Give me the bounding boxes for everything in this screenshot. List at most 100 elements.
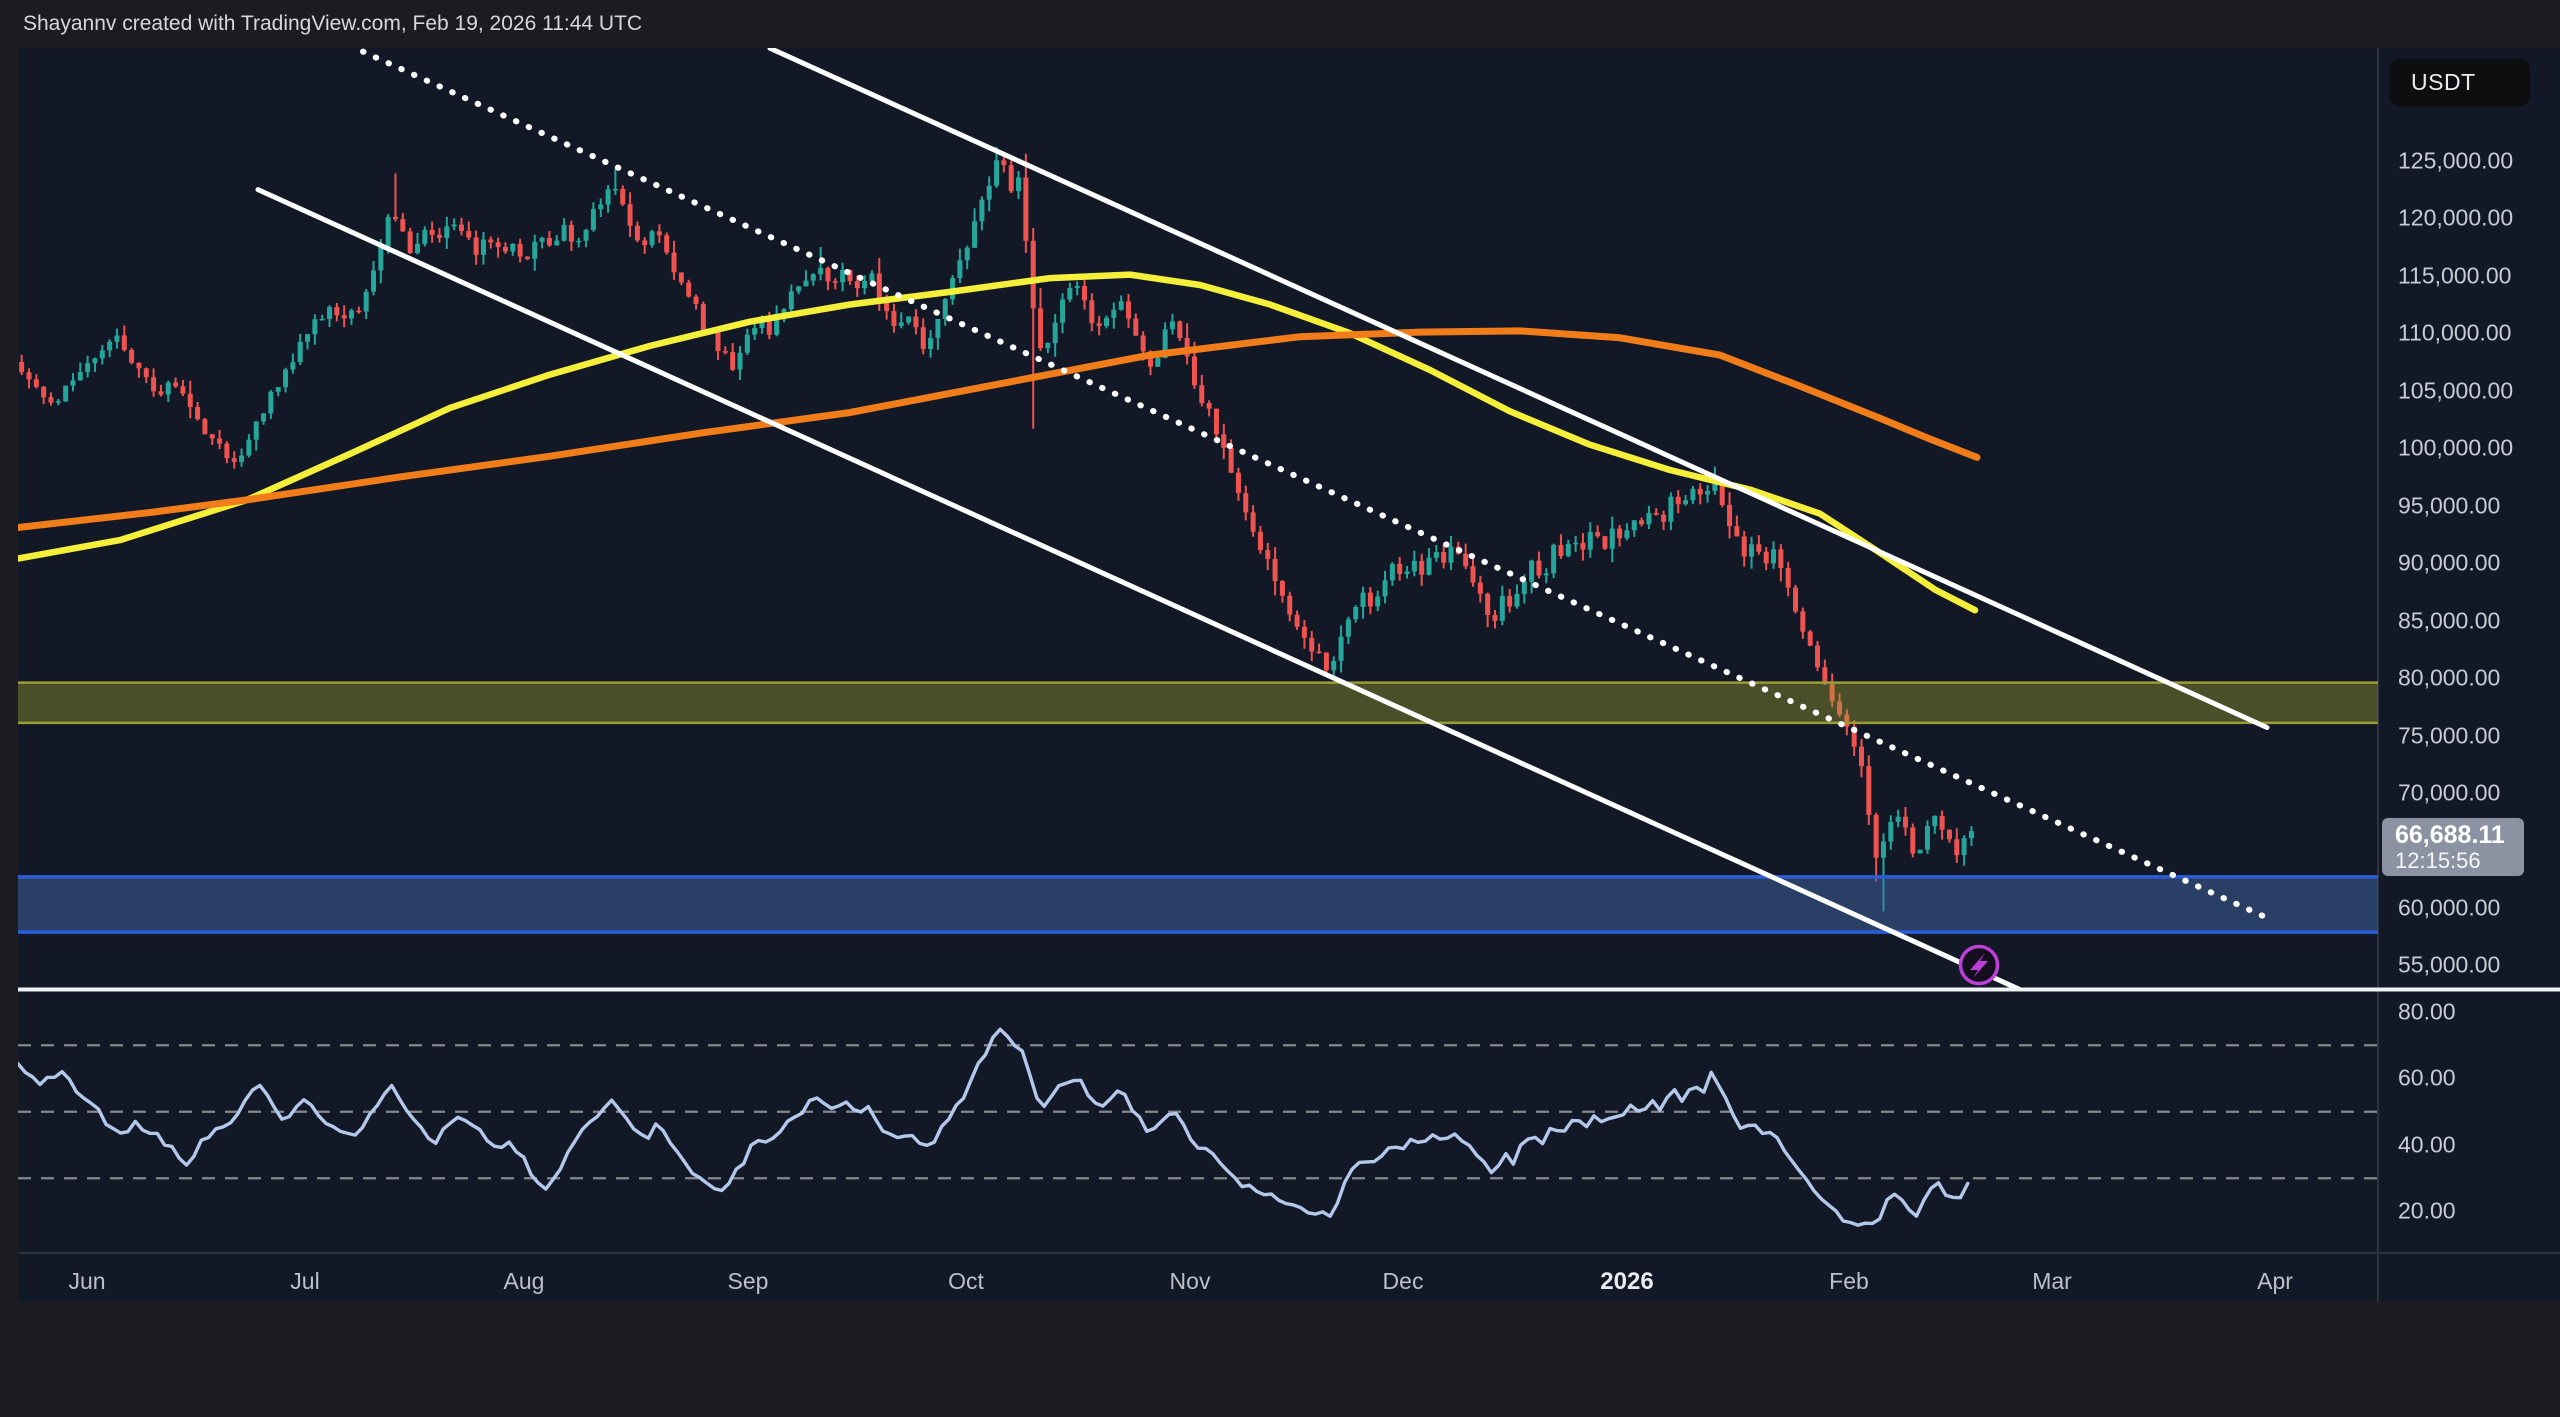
price-axis-label-55000: 55,000.00 — [2398, 951, 2501, 978]
tradingview-chart-page: Shayannv created with TradingView.com, F… — [0, 0, 2560, 1417]
candle-body — [1639, 520, 1645, 525]
candle-body — [972, 221, 978, 248]
candle-body — [231, 458, 237, 462]
candle-body — [612, 188, 618, 191]
lightning-marker-icon[interactable] — [1958, 944, 2000, 986]
candle-body — [634, 225, 640, 241]
candle-body — [1675, 496, 1681, 505]
candle-body — [1235, 472, 1241, 494]
candle-body — [165, 382, 171, 395]
candle-body — [1858, 746, 1864, 767]
candle-body — [1419, 560, 1425, 575]
candle-body — [1250, 512, 1256, 532]
candle-body — [1939, 815, 1945, 830]
rsi-axis-label-40: 40.00 — [2398, 1131, 2456, 1158]
candle-body — [495, 242, 501, 247]
demand-zone — [18, 876, 2378, 933]
candle-body — [334, 306, 340, 316]
candle-body — [1580, 542, 1586, 550]
price-axis-label-85000: 85,000.00 — [2398, 607, 2501, 634]
candle-body — [752, 328, 758, 335]
candle-body — [1946, 829, 1952, 840]
candle-body — [1279, 581, 1285, 596]
price-axis-label-90000: 90,000.00 — [2398, 549, 2501, 576]
candle-body — [1551, 545, 1557, 574]
candle-body — [1016, 177, 1022, 192]
candle-body — [26, 372, 32, 380]
candle-body — [1924, 826, 1930, 850]
candle-body — [1793, 587, 1799, 612]
candle-body — [297, 341, 303, 363]
candle-body — [209, 434, 215, 439]
candle-body — [429, 229, 435, 235]
candle-body — [1096, 323, 1102, 327]
candle-body — [444, 226, 450, 238]
chart-title-bar: Shayannv created with TradingView.com, F… — [0, 0, 2560, 48]
candle-body — [1646, 513, 1652, 525]
last-price-value: 66,688.11 — [2395, 821, 2505, 849]
candle-body — [1968, 831, 1974, 839]
candle-body — [451, 224, 457, 227]
candle-body — [41, 386, 47, 398]
candle-body — [1323, 652, 1329, 671]
time-axis-label-oct: Oct — [948, 1268, 984, 1294]
candle-body — [480, 239, 486, 255]
candle-body — [502, 246, 508, 252]
candle-body — [730, 352, 736, 370]
candle-body — [1411, 560, 1417, 572]
candle-body — [422, 229, 428, 244]
candle-body — [202, 419, 208, 435]
candle-body — [620, 188, 626, 205]
candle-body — [561, 224, 567, 241]
candle-body — [92, 358, 98, 364]
price-axis-label-75000: 75,000.00 — [2398, 722, 2501, 749]
rsi-axis-label-60: 60.00 — [2398, 1064, 2456, 1091]
candle-body — [275, 387, 281, 392]
candle-body — [1038, 308, 1044, 349]
candle-body — [891, 311, 897, 326]
candle-body — [1807, 631, 1813, 646]
price-axis-label-70000: 70,000.00 — [2398, 779, 2501, 806]
candle-body — [246, 439, 252, 456]
time-axis-label-aug: Aug — [503, 1268, 545, 1294]
candle-body — [1265, 550, 1271, 559]
candle-body — [825, 267, 831, 282]
candle-body — [268, 391, 274, 414]
candle-body — [1954, 839, 1960, 856]
candle-body — [19, 361, 25, 373]
candle-body — [1477, 582, 1483, 594]
candle-body — [55, 401, 61, 403]
candle-body — [33, 379, 39, 387]
candle-body — [928, 337, 934, 349]
candle-body — [1961, 838, 1967, 856]
candle-body — [458, 224, 464, 231]
candle-body — [1617, 528, 1623, 539]
candle-body — [810, 274, 816, 281]
candle-body — [678, 272, 684, 283]
chart-title: Shayannv created with TradingView.com, F… — [23, 12, 643, 35]
candle-body — [283, 369, 289, 388]
candle-body — [48, 397, 54, 403]
footer-bar: TradingView — [0, 1302, 2560, 1417]
candle-body — [385, 216, 391, 247]
candle-body — [1125, 301, 1131, 319]
candle-body — [151, 377, 157, 392]
candle-body — [173, 382, 179, 387]
candle-body — [524, 256, 530, 259]
candle-body — [715, 332, 721, 352]
candle-body — [1030, 240, 1036, 309]
candle-body — [700, 303, 706, 331]
quote-currency-button[interactable]: USDT — [2389, 59, 2530, 106]
price-axis-label-60000: 60,000.00 — [2398, 894, 2501, 921]
candle-body — [664, 235, 670, 253]
candle-body — [187, 393, 193, 408]
candle-body — [1932, 815, 1938, 827]
candle-body — [290, 362, 296, 370]
candle-body — [1169, 321, 1175, 330]
candle-body — [1316, 651, 1322, 654]
candle-body — [854, 281, 860, 289]
candle-body — [1690, 488, 1696, 501]
candle-body — [136, 362, 142, 369]
candle-body — [1104, 317, 1110, 327]
price-chart-canvas[interactable] — [0, 0, 2560, 1417]
